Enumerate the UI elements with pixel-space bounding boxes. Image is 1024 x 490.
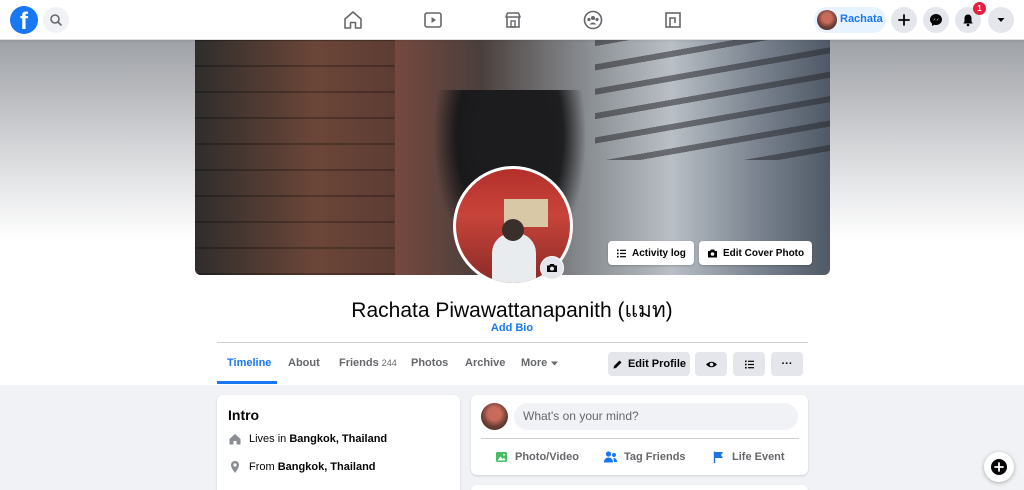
caret-down-icon (997, 18, 1005, 22)
edit-cover-photo-button[interactable]: Edit Cover Photo (699, 241, 813, 265)
active-tab-indicator (217, 381, 277, 384)
groups-icon[interactable] (581, 8, 605, 32)
more-options-button[interactable]: ··· (771, 352, 803, 376)
list-icon (617, 249, 626, 257)
activity-log-label: Activity log (632, 247, 686, 259)
tag-friends-button[interactable]: Tag Friends (603, 447, 686, 467)
tab-archive[interactable]: Archive (465, 343, 505, 384)
next-post-card (471, 485, 808, 490)
tab-timeline[interactable]: Timeline (227, 343, 271, 384)
top-navigation-bar: f Rachata 1 (0, 0, 1024, 40)
bell-icon (963, 14, 973, 27)
lives-in-value[interactable]: Bangkok, Thailand (289, 433, 387, 445)
life-event-button[interactable]: Life Event (712, 447, 785, 467)
from-value[interactable]: Bangkok, Thailand (278, 461, 376, 473)
camera-icon (708, 249, 717, 257)
tab-more[interactable]: More (521, 343, 559, 384)
location-pin-icon (231, 461, 239, 473)
notification-badge: 1 (973, 2, 986, 15)
eye-icon (705, 361, 717, 367)
cover-photo-beams (595, 40, 830, 160)
plus-icon (898, 14, 910, 26)
profile-shortcut[interactable]: Rachata (814, 7, 886, 33)
activity-log-button[interactable]: Activity log (608, 241, 694, 265)
account-menu-button[interactable] (988, 7, 1014, 33)
messenger-icon (930, 14, 942, 26)
avatar (817, 10, 837, 30)
tag-friends-label: Tag Friends (624, 451, 686, 463)
edit-cover-photo-label: Edit Cover Photo (723, 247, 805, 259)
facebook-logo[interactable]: f (10, 6, 38, 34)
create-button[interactable] (891, 7, 917, 33)
flag-icon (713, 451, 723, 463)
intro-from: From Bangkok, Thailand (228, 460, 376, 474)
gaming-icon[interactable] (661, 8, 685, 32)
profile-picture-head (502, 219, 524, 241)
home-icon (229, 434, 241, 445)
search-button[interactable] (43, 7, 69, 33)
tab-photos[interactable]: Photos (411, 343, 448, 384)
plus-circle-icon (991, 459, 1007, 475)
composer-divider (481, 438, 799, 439)
post-composer: What's on your mind? Photo/Video Tag Fri… (471, 395, 808, 475)
search-icon (50, 14, 62, 26)
photo-icon (496, 452, 507, 462)
tab-archive-label: Archive (465, 357, 506, 369)
caret-down-icon (551, 361, 559, 366)
life-event-label: Life Event (732, 451, 785, 463)
watch-icon[interactable] (421, 8, 445, 32)
home-icon[interactable] (341, 8, 365, 32)
camera-icon (547, 264, 557, 272)
tab-timeline-label: Timeline (227, 357, 272, 369)
tab-friends[interactable]: Friends 244 (339, 343, 397, 384)
intro-card: Intro Lives in Bangkok, Thailand From Ba… (217, 395, 460, 490)
pencil-icon (613, 360, 622, 368)
tab-photos-label: Photos (411, 357, 449, 369)
messenger-button[interactable] (923, 7, 949, 33)
update-profile-picture-button[interactable] (540, 256, 564, 280)
add-bio-link[interactable]: Add Bio (0, 322, 1024, 334)
intro-lives-in: Lives in Bangkok, Thailand (228, 432, 387, 446)
tab-about[interactable]: About (288, 343, 320, 384)
friends-count: 244 (381, 358, 397, 368)
tab-more-label: More (521, 357, 548, 369)
lives-in-prefix: Lives in (249, 433, 287, 445)
edit-profile-label: Edit Profile (627, 358, 687, 370)
composer-input[interactable]: What's on your mind? (514, 403, 798, 430)
tag-friends-icon (604, 451, 617, 463)
photo-video-button[interactable]: Photo/Video (495, 447, 579, 467)
edit-profile-button[interactable]: Edit Profile (608, 352, 690, 376)
activity-list-button[interactable] (733, 352, 765, 376)
view-as-button[interactable] (695, 352, 727, 376)
list-icon (744, 360, 754, 368)
new-message-button[interactable] (984, 452, 1014, 482)
avatar (481, 403, 508, 430)
tab-friends-label: Friends (339, 357, 379, 369)
from-prefix: From (249, 461, 275, 473)
more-options-label: ··· (781, 358, 793, 370)
profile-shortcut-name: Rachata (840, 13, 883, 25)
tab-about-label: About (288, 357, 320, 369)
cover-photo-wall (195, 40, 395, 275)
photo-video-label: Photo/Video (515, 451, 579, 463)
intro-title: Intro (228, 407, 260, 423)
marketplace-icon[interactable] (501, 8, 525, 32)
